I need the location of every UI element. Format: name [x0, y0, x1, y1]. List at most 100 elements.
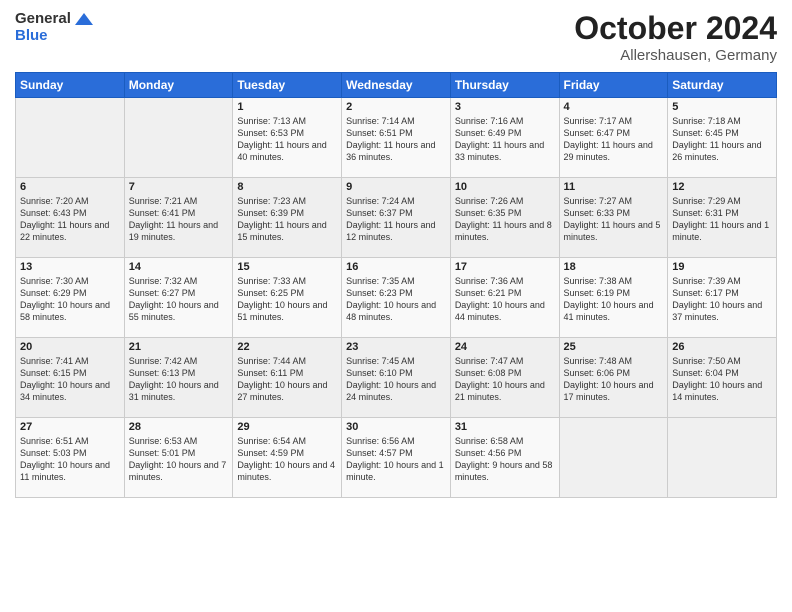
week-row-1: 6 Sunrise: 7:20 AM Sunset: 6:43 PM Daylig…: [16, 178, 777, 258]
day-number: 11: [564, 181, 664, 193]
cell-content: Sunrise: 7:30 AM Sunset: 6:29 PM Dayligh…: [20, 275, 120, 324]
logo-general: General: [15, 10, 71, 27]
calendar-cell: 11Sunrise: 7:27 AM Sunset: 6:33 PM Dayli…: [559, 178, 668, 258]
cell-content: Sunrise: 7:17 AM Sunset: 6:47 PM Dayligh…: [564, 115, 664, 164]
cell-content: Sunrise: 7:26 AM Sunset: 6:35 PM Dayligh…: [455, 195, 555, 244]
calendar-cell: 15 Sunrise: 7:33 AM Sunset: 6:25 PM Dayli…: [233, 258, 342, 338]
calendar-cell: 29 Sunrise: 6:54 AM Sunset: 4:59 PM Dayli…: [233, 418, 342, 498]
day-number: 10: [455, 181, 555, 193]
calendar-cell: 19 Sunrise: 7:39 AM Sunset: 6:17 PM Dayli…: [668, 258, 777, 338]
th-sunday: Sunday: [16, 73, 125, 98]
calendar-cell: 1 Sunrise: 7:13 AM Sunset: 6:53 PM Daylig…: [233, 98, 342, 178]
day-number: 16: [346, 261, 446, 273]
day-number: 6: [20, 181, 120, 193]
calendar-cell: 10 Sunrise: 7:26 AM Sunset: 6:35 PM Dayli…: [450, 178, 559, 258]
calendar-cell: 26 Sunrise: 7:50 AM Sunset: 6:04 PM Dayli…: [668, 338, 777, 418]
calendar-cell: 30 Sunrise: 6:56 AM Sunset: 4:57 PM Dayli…: [342, 418, 451, 498]
cell-content: Sunrise: 7:21 AM Sunset: 6:41 PM Dayligh…: [129, 195, 229, 244]
cell-content: Sunrise: 6:54 AM Sunset: 4:59 PM Dayligh…: [237, 435, 337, 484]
calendar: Sunday Monday Tuesday Wednesday Thursday…: [15, 72, 777, 498]
day-number: 1: [237, 101, 337, 113]
cell-content: Sunrise: 7:45 AM Sunset: 6:10 PM Dayligh…: [346, 355, 446, 404]
page-title: October 2024: [574, 10, 777, 47]
calendar-cell: 9 Sunrise: 7:24 AM Sunset: 6:37 PM Daylig…: [342, 178, 451, 258]
day-number: 15: [237, 261, 337, 273]
day-number: 23: [346, 341, 446, 353]
calendar-cell: 5 Sunrise: 7:18 AM Sunset: 6:45 PM Daylig…: [668, 98, 777, 178]
calendar-cell: 4Sunrise: 7:17 AM Sunset: 6:47 PM Daylig…: [559, 98, 668, 178]
calendar-cell: [16, 98, 125, 178]
calendar-cell: [124, 98, 233, 178]
day-number: 28: [129, 421, 229, 433]
week-row-4: 27 Sunrise: 6:51 AM Sunset: 5:03 PM Dayli…: [16, 418, 777, 498]
logo-blue: Blue: [15, 27, 48, 44]
day-number: 22: [237, 341, 337, 353]
calendar-cell: 21 Sunrise: 7:42 AM Sunset: 6:13 PM Dayli…: [124, 338, 233, 418]
week-row-2: 13 Sunrise: 7:30 AM Sunset: 6:29 PM Dayli…: [16, 258, 777, 338]
page: General Blue October 2024 Allershausen, …: [0, 0, 792, 612]
day-number: 9: [346, 181, 446, 193]
cell-content: Sunrise: 7:24 AM Sunset: 6:37 PM Dayligh…: [346, 195, 446, 244]
day-number: 3: [455, 101, 555, 113]
th-tuesday: Tuesday: [233, 73, 342, 98]
cell-content: Sunrise: 7:41 AM Sunset: 6:15 PM Dayligh…: [20, 355, 120, 404]
cell-content: Sunrise: 7:18 AM Sunset: 6:45 PM Dayligh…: [672, 115, 772, 164]
day-number: 30: [346, 421, 446, 433]
cell-content: Sunrise: 7:13 AM Sunset: 6:53 PM Dayligh…: [237, 115, 337, 164]
calendar-cell: 12 Sunrise: 7:29 AM Sunset: 6:31 PM Dayli…: [668, 178, 777, 258]
cell-content: Sunrise: 7:20 AM Sunset: 6:43 PM Dayligh…: [20, 195, 120, 244]
day-number: 26: [672, 341, 772, 353]
calendar-cell: 20 Sunrise: 7:41 AM Sunset: 6:15 PM Dayli…: [16, 338, 125, 418]
cell-content: Sunrise: 7:36 AM Sunset: 6:21 PM Dayligh…: [455, 275, 555, 324]
cell-content: Sunrise: 6:51 AM Sunset: 5:03 PM Dayligh…: [20, 435, 120, 484]
cell-content: Sunrise: 7:33 AM Sunset: 6:25 PM Dayligh…: [237, 275, 337, 324]
day-number: 31: [455, 421, 555, 433]
calendar-cell: 24Sunrise: 7:47 AM Sunset: 6:08 PM Dayli…: [450, 338, 559, 418]
day-number: 20: [20, 341, 120, 353]
day-number: 2: [346, 101, 446, 113]
cell-content: Sunrise: 7:29 AM Sunset: 6:31 PM Dayligh…: [672, 195, 772, 244]
th-thursday: Thursday: [450, 73, 559, 98]
day-number: 27: [20, 421, 120, 433]
cell-content: Sunrise: 7:23 AM Sunset: 6:39 PM Dayligh…: [237, 195, 337, 244]
calendar-cell: 16Sunrise: 7:35 AM Sunset: 6:23 PM Dayli…: [342, 258, 451, 338]
calendar-cell: 14Sunrise: 7:32 AM Sunset: 6:27 PM Dayli…: [124, 258, 233, 338]
calendar-cell: 25Sunrise: 7:48 AM Sunset: 6:06 PM Dayli…: [559, 338, 668, 418]
cell-content: Sunrise: 7:38 AM Sunset: 6:19 PM Dayligh…: [564, 275, 664, 324]
day-number: 21: [129, 341, 229, 353]
calendar-cell: 2Sunrise: 7:14 AM Sunset: 6:51 PM Daylig…: [342, 98, 451, 178]
calendar-cell: 8 Sunrise: 7:23 AM Sunset: 6:39 PM Daylig…: [233, 178, 342, 258]
calendar-cell: 17 Sunrise: 7:36 AM Sunset: 6:21 PM Dayli…: [450, 258, 559, 338]
th-friday: Friday: [559, 73, 668, 98]
day-number: 19: [672, 261, 772, 273]
days-row: Sunday Monday Tuesday Wednesday Thursday…: [16, 73, 777, 98]
cell-content: Sunrise: 6:56 AM Sunset: 4:57 PM Dayligh…: [346, 435, 446, 484]
calendar-cell: 13 Sunrise: 7:30 AM Sunset: 6:29 PM Dayli…: [16, 258, 125, 338]
day-number: 13: [20, 261, 120, 273]
day-number: 8: [237, 181, 337, 193]
title-area: October 2024 Allershausen, Germany: [574, 10, 777, 64]
day-number: 7: [129, 181, 229, 193]
calendar-cell: 22 Sunrise: 7:44 AM Sunset: 6:11 PM Dayli…: [233, 338, 342, 418]
day-number: 14: [129, 261, 229, 273]
day-number: 5: [672, 101, 772, 113]
cell-content: Sunrise: 7:39 AM Sunset: 6:17 PM Dayligh…: [672, 275, 772, 324]
calendar-cell: [668, 418, 777, 498]
cell-content: Sunrise: 7:42 AM Sunset: 6:13 PM Dayligh…: [129, 355, 229, 404]
day-number: 12: [672, 181, 772, 193]
cell-content: Sunrise: 7:44 AM Sunset: 6:11 PM Dayligh…: [237, 355, 337, 404]
calendar-cell: [559, 418, 668, 498]
day-number: 29: [237, 421, 337, 433]
cell-content: Sunrise: 6:58 AM Sunset: 4:56 PM Dayligh…: [455, 435, 555, 484]
cell-content: Sunrise: 7:50 AM Sunset: 6:04 PM Dayligh…: [672, 355, 772, 404]
week-row-0: 1 Sunrise: 7:13 AM Sunset: 6:53 PM Daylig…: [16, 98, 777, 178]
cell-content: Sunrise: 7:16 AM Sunset: 6:49 PM Dayligh…: [455, 115, 555, 164]
calendar-cell: 6 Sunrise: 7:20 AM Sunset: 6:43 PM Daylig…: [16, 178, 125, 258]
day-number: 18: [564, 261, 664, 273]
day-number: 25: [564, 341, 664, 353]
th-wednesday: Wednesday: [342, 73, 451, 98]
calendar-cell: 18 Sunrise: 7:38 AM Sunset: 6:19 PM Dayli…: [559, 258, 668, 338]
header: General Blue October 2024 Allershausen, …: [15, 10, 777, 64]
day-number: 17: [455, 261, 555, 273]
calendar-header: Sunday Monday Tuesday Wednesday Thursday…: [16, 73, 777, 98]
